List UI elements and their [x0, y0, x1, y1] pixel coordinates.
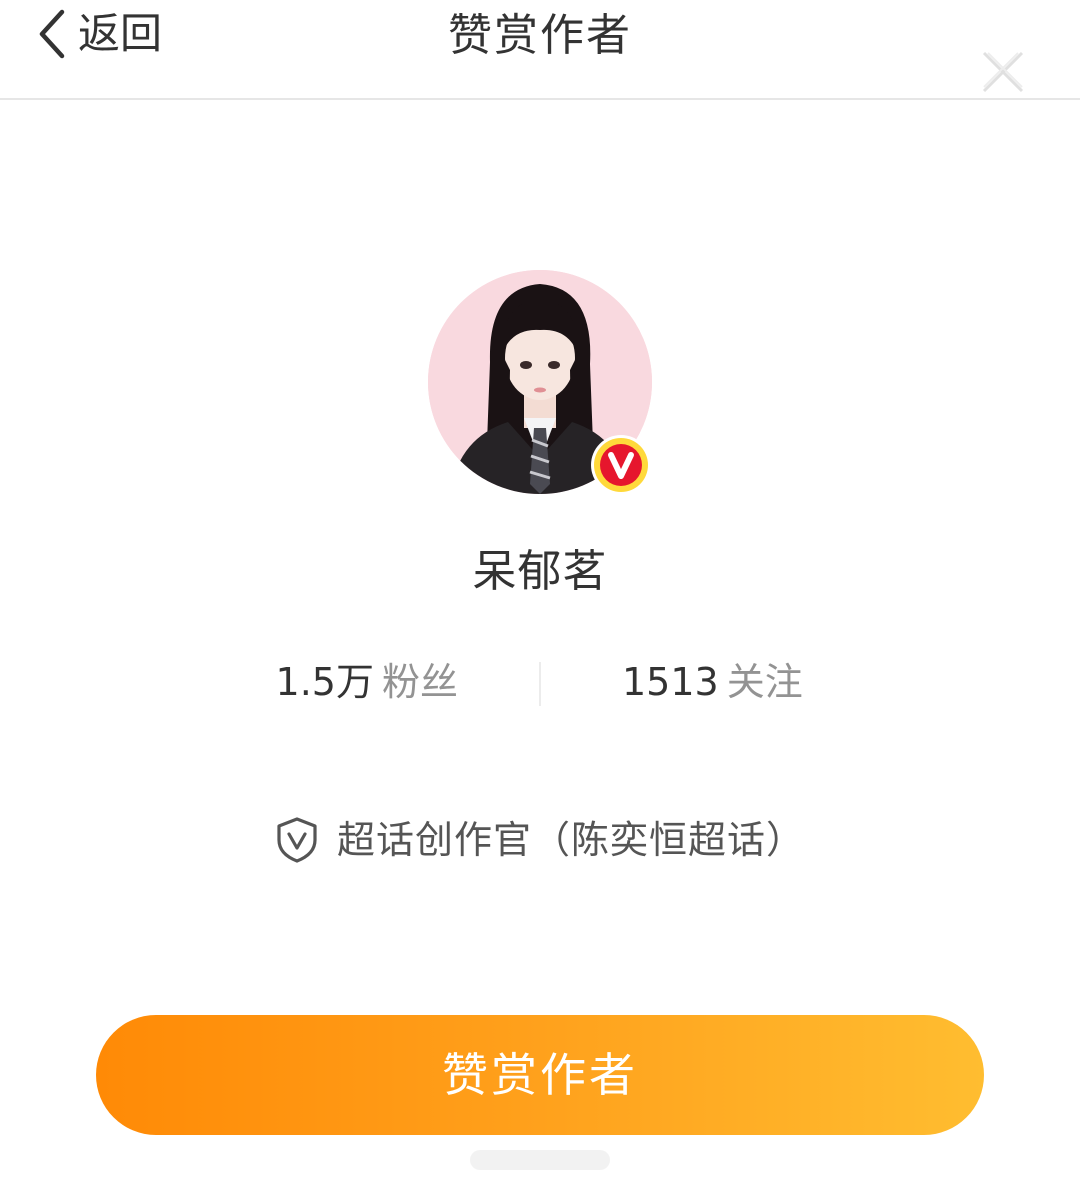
close-button[interactable]	[980, 50, 1026, 94]
follow-label: 关注	[726, 660, 803, 704]
badge-text: 超话创作官（陈奕恒超话）	[336, 818, 805, 862]
fans-label: 粉丝	[381, 660, 458, 704]
close-icon	[980, 51, 1026, 98]
author-stats: 1.5万 粉丝 1513 关注	[0, 652, 1080, 712]
page-title: 赞赏作者	[448, 10, 632, 61]
reward-author-button[interactable]: 赞赏作者	[96, 1015, 984, 1135]
follow-stat[interactable]: 1513 关注	[622, 652, 803, 712]
verified-v-icon	[590, 434, 652, 496]
header-bar: 返回 赞赏作者	[0, 0, 1080, 100]
fans-stat[interactable]: 1.5万 粉丝	[276, 652, 458, 712]
author-name: 呆郁茗	[472, 546, 608, 597]
stats-divider	[539, 662, 541, 706]
home-indicator	[470, 1150, 610, 1170]
follow-count: 1513	[622, 660, 719, 704]
creator-badge: 超话创作官（陈奕恒超话）	[0, 812, 1080, 868]
author-avatar[interactable]	[428, 270, 652, 496]
shield-v-icon	[275, 816, 319, 864]
fans-count: 1.5万	[275, 660, 374, 704]
